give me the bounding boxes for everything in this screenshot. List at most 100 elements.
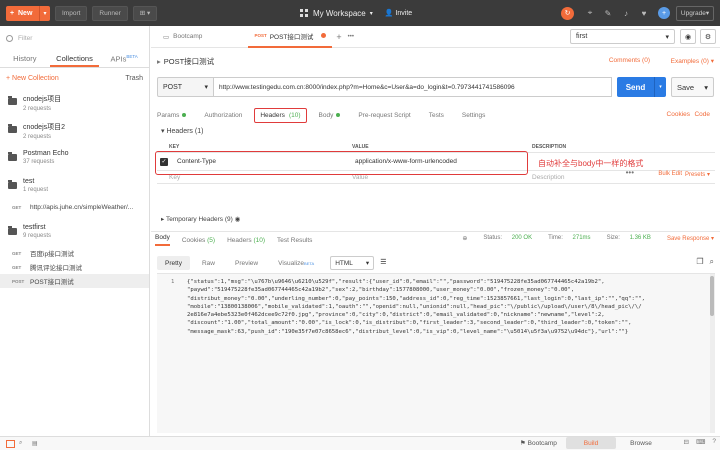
sidebar-toggle-icon[interactable] [6,439,15,448]
collection-item[interactable]: cnodejs项目2 2 requests [0,116,149,144]
environment-select[interactable]: first ▾ [570,29,675,44]
code-link[interactable]: Code [694,111,710,118]
request-name[interactable]: ▸ POST接口测试 [157,56,214,67]
heart-icon[interactable]: ♥ [636,5,652,21]
response-json[interactable]: {"status":1,"msg":"\u767b\u9646\u6210\u5… [187,278,705,336]
tab-authorization[interactable]: Authorization [204,112,242,119]
eye-icon[interactable]: ◉ [680,29,696,44]
invite-button[interactable]: 👤 Invite [385,9,412,17]
wrench-icon[interactable]: ✎ [600,5,616,21]
tab-headers[interactable]: Headers (10) [254,107,307,123]
scrollbar[interactable] [710,274,715,433]
grid-icon [300,9,308,17]
tab-apis[interactable]: APIsBETA [99,52,149,67]
new-description-input[interactable]: Description [532,174,565,181]
bootcamp-icon: ⚑ [520,440,528,447]
runner-button[interactable]: Runner [92,5,128,21]
avatar[interactable]: + [658,7,670,19]
tab-body[interactable]: Body [319,112,341,119]
unsaved-dot-icon [321,33,327,38]
chevron-down-icon[interactable]: ▾ [39,5,50,21]
tab-response-headers[interactable]: Headers (10) [227,237,265,244]
bottom-right-icons: ⊟ ⌨ ? [677,438,716,446]
method-select[interactable]: POST ▾ [157,77,214,97]
folder-open-icon [8,226,17,235]
collection-item[interactable]: cnodejs项目 2 requests [0,88,149,116]
collection-item[interactable]: test 1 request [0,172,149,200]
response-view-bar: Pretty Raw Preview Visualize BETA HTML ▾ ☰ [157,256,715,270]
layout-icon[interactable]: ⊟ [684,438,689,446]
view-pretty[interactable]: Pretty [157,256,190,270]
gear-icon[interactable]: ⚙ [700,29,716,44]
new-window-button[interactable]: ⊞ ▾ [132,5,158,21]
request-item[interactable]: GET 腾讯评论接口测试 [0,260,149,274]
bell-icon[interactable]: ♪ [618,5,634,21]
tab-test-results[interactable]: Test Results [277,237,312,244]
new-tab-button[interactable]: + [336,32,341,42]
workspace-switcher[interactable]: My Workspace ▾ 👤 Invite [300,5,412,21]
tab-history[interactable]: History [0,52,50,67]
copy-icon[interactable]: ❐ [696,257,703,267]
help-icon[interactable]: ? [712,438,716,446]
sync-icon[interactable]: ↻ [561,6,574,20]
send-button[interactable]: Send ▾ [617,77,666,97]
search-icon[interactable]: ⌕ [710,257,714,267]
topbar-right-icons: ↻ ⌖ ✎ ♪ ♥ + Upgrade ▾ [561,0,720,26]
url-input[interactable]: http://www.testingedu.com.cn:8000/index.… [214,77,612,97]
tab-post-request[interactable]: POST POST接口测试 [248,26,333,48]
tab-bootcamp[interactable]: ▭ Bootcamp [157,26,208,48]
trash-button[interactable]: Trash [125,75,143,82]
col-key: KEY [169,144,180,150]
user-plus-icon: 👤 [384,10,396,17]
new-button[interactable]: + New ▾ [6,5,50,21]
bootcamp-link[interactable]: ⚑ Bootcamp [520,439,557,447]
tab-tests[interactable]: Tests [429,112,444,119]
view-preview[interactable]: Preview [227,256,266,270]
sidebar-tabs: History Collections APIsBETA [0,52,149,68]
console-icon[interactable]: ▤ [32,440,41,448]
more-options-button[interactable]: ••• [626,168,634,177]
presets-dropdown[interactable]: Presets ▾ [685,171,710,178]
folder-icon [8,152,17,161]
wrap-lines-icon[interactable]: ☰ [380,258,392,268]
request-item[interactable]: GET http://apis.juhe.cn/simpleWeather/..… [0,200,149,214]
chevron-down-icon: ▾ [204,84,208,91]
browse-button[interactable]: Browse [618,437,664,449]
cookies-link[interactable]: Cookies [667,111,690,118]
save-response-button[interactable]: Save Response ▾ [659,235,714,242]
globe-icon: ⊕ [462,236,468,242]
tab-response-body[interactable]: Body [155,234,170,246]
tab-response-cookies[interactable]: Cookies (5) [182,237,215,244]
comments-button[interactable]: Comments (0) [609,57,650,64]
tab-settings[interactable]: Settings [462,112,486,119]
folder-icon [8,124,17,133]
satellite-icon[interactable]: ⌖ [582,5,598,21]
bulk-edit-button[interactable]: Bulk Edit [658,171,682,177]
build-button[interactable]: Build [566,437,616,449]
new-collection-button[interactable]: + New Collection [6,75,59,82]
more-tabs-button[interactable]: ••• [348,34,354,40]
import-button[interactable]: Import [55,5,88,21]
headers-section-toggle[interactable]: ▾ Headers (1) [161,127,203,135]
search-icon [6,34,13,42]
collection-item[interactable]: Postman Echo 37 requests [0,144,149,172]
request-item[interactable]: POST POST接口测试 [0,274,149,288]
upgrade-button[interactable]: Upgrade ▾ [676,5,714,21]
keyboard-icon[interactable]: ⌨ [696,438,705,446]
examples-button[interactable]: Examples (0) ▾ [671,57,714,65]
search-icon[interactable]: ⌕ [19,440,28,448]
collection-item[interactable]: testfirst 9 requests [0,218,149,246]
tab-collections[interactable]: Collections [49,52,100,67]
tab-pre-request-script[interactable]: Pre-request Script [358,112,410,119]
collections-toolbar: + New Collection Trash [0,68,149,88]
filter-input[interactable]: Filter [6,32,143,44]
view-visualize[interactable]: Visualize BETA [270,256,322,270]
request-item[interactable]: GET 百度ip接口测试 [0,246,149,260]
view-raw[interactable]: Raw [194,256,223,270]
chevron-down-icon[interactable]: ▾ [654,77,666,97]
tab-params[interactable]: Params [157,112,187,119]
save-button[interactable]: Save ▾ [671,77,714,97]
format-select[interactable]: HTML ▾ [330,256,375,270]
response-actions: ❐ ⌕ [690,257,714,267]
temporary-headers-toggle[interactable]: ▸ Temporary Headers (9) ◉ [161,215,240,223]
